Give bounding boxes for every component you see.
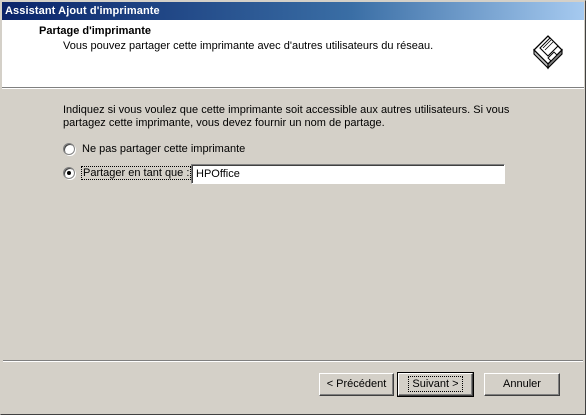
description-text: Indiquez si vous voulez que cette imprim… xyxy=(63,104,510,129)
share-name-input[interactable]: HPOffice xyxy=(191,164,505,184)
printer-icon xyxy=(533,35,563,70)
option-no-share[interactable]: Ne pas partager cette imprimante xyxy=(63,141,245,157)
next-button[interactable]: Suivant > xyxy=(397,372,474,397)
cancel-button[interactable]: Annuler xyxy=(484,373,560,396)
header-subtitle: Vous pouvez partager cette imprimante av… xyxy=(63,40,434,52)
window-title: Assistant Ajout d'imprimante xyxy=(2,2,584,20)
radio-share-as[interactable] xyxy=(63,167,75,179)
wizard-window: Assistant Ajout d'imprimante Partage d'i… xyxy=(0,0,586,415)
radio-no-share[interactable] xyxy=(63,143,75,155)
header-title: Partage d'imprimante xyxy=(39,25,152,37)
option-share-as[interactable]: Partager en tant que : xyxy=(63,165,192,181)
option-share-as-label: Partager en tant que : xyxy=(80,166,192,180)
back-button[interactable]: < Précédent xyxy=(319,373,394,396)
option-no-share-label: Ne pas partager cette imprimante xyxy=(82,143,246,155)
